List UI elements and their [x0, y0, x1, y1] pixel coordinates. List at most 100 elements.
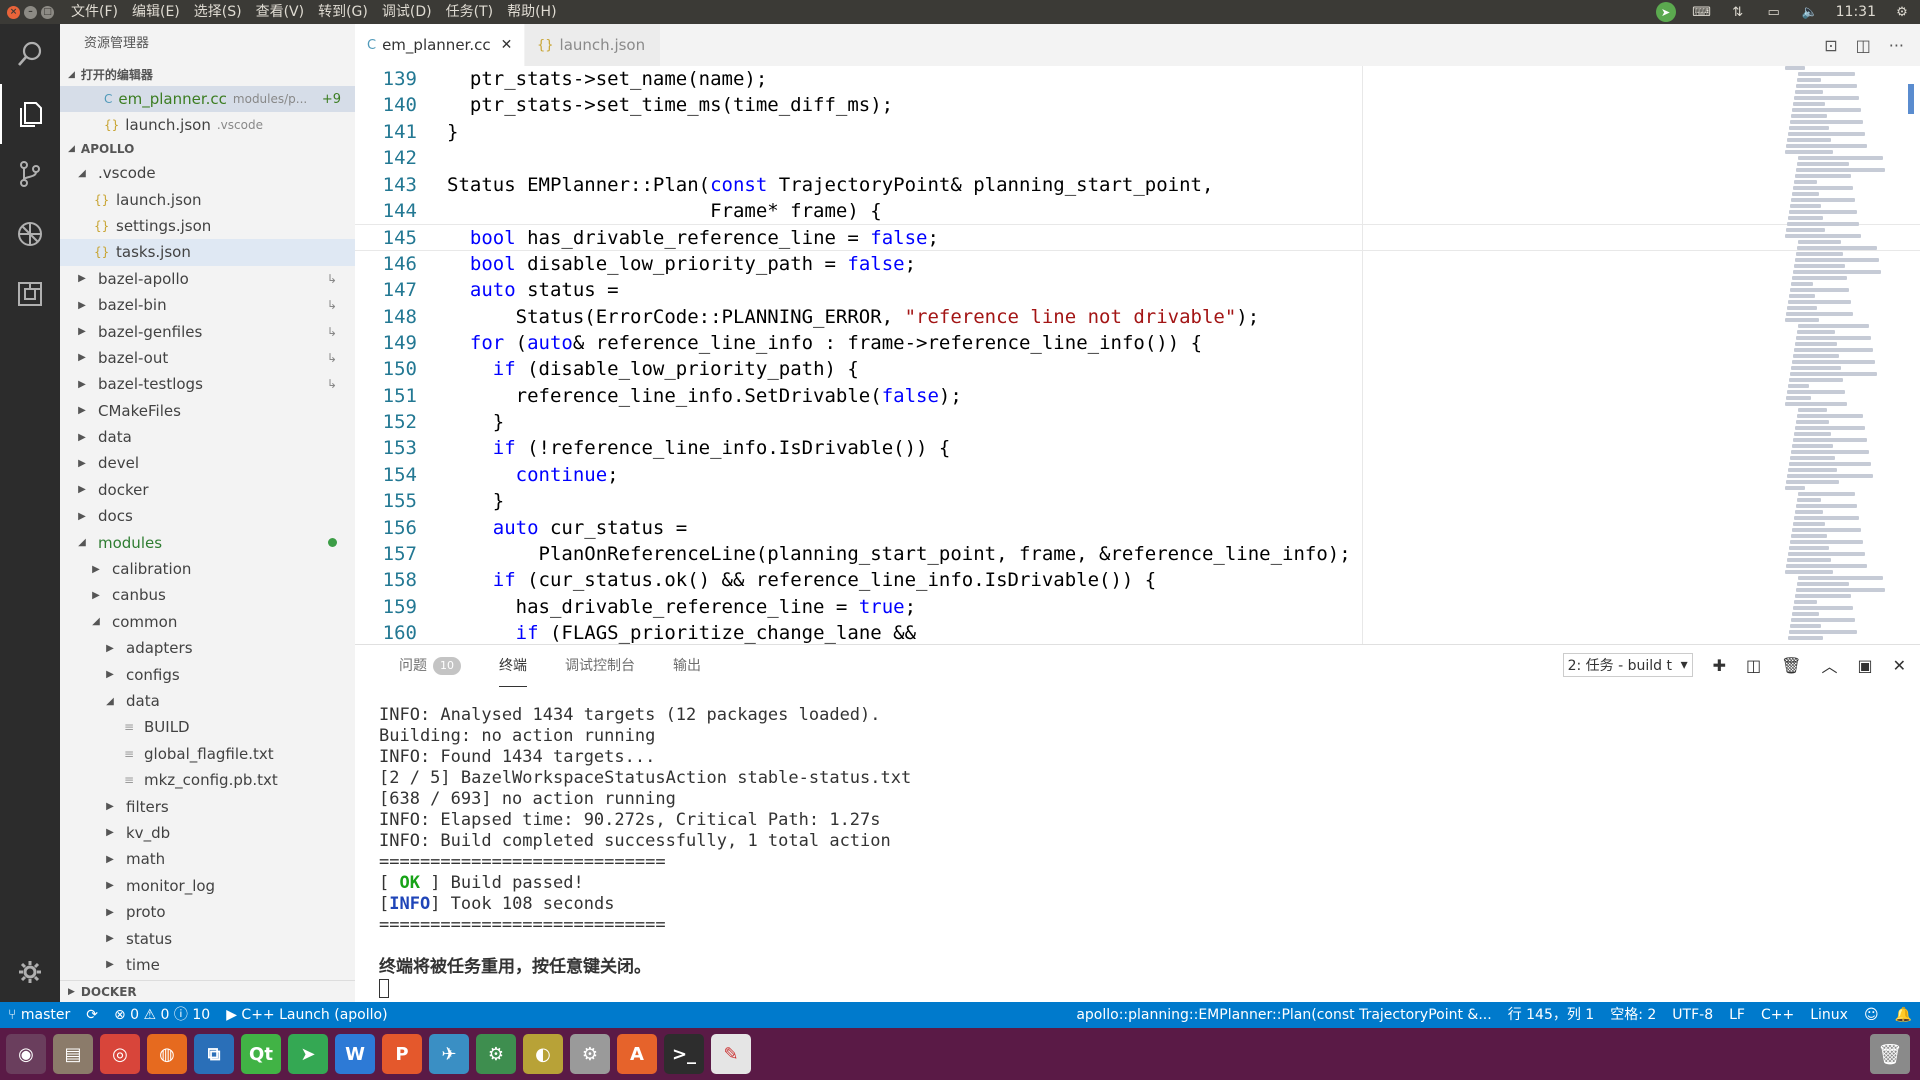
tree-item-docker[interactable]: ▶ docker: [60, 477, 355, 503]
editor-scrollbar[interactable]: [1908, 84, 1914, 114]
tree-item-cmakefiles[interactable]: ▶ CMakeFiles: [60, 398, 355, 424]
minimap[interactable]: [1785, 66, 1905, 644]
project-header[interactable]: ◢ APOLLO: [60, 138, 355, 160]
feedback-smiley-icon[interactable]: ☺: [1856, 1002, 1887, 1028]
toggle-panel-icon[interactable]: ▣: [1857, 656, 1872, 675]
tree-item-bazel-apollo[interactable]: ▶ bazel-apollo ↳: [60, 266, 355, 292]
software-center-icon[interactable]: A: [617, 1034, 657, 1074]
menu-item[interactable]: 调试(D): [375, 0, 439, 24]
window-close-button[interactable]: ×: [7, 5, 20, 19]
settings-gear-icon[interactable]: ⚙: [1884, 0, 1920, 24]
vscode-icon[interactable]: ⧉: [194, 1034, 234, 1074]
more-actions-icon[interactable]: ···: [1889, 36, 1904, 55]
wps-presentation-icon[interactable]: P: [382, 1034, 422, 1074]
clock[interactable]: 11:31: [1828, 0, 1884, 24]
tree-item-settings-json[interactable]: {} settings.json: [60, 213, 355, 239]
close-icon[interactable]: ✕: [501, 37, 513, 53]
tree-item-calibration[interactable]: ▶ calibration: [60, 556, 355, 582]
tree-item-docs[interactable]: ▶ docs: [60, 503, 355, 529]
launch-config[interactable]: ▶ C++ Launch (apollo): [218, 1002, 395, 1028]
close-panel-icon[interactable]: ✕: [1893, 656, 1906, 675]
debug-icon[interactable]: [0, 204, 60, 264]
extensions-icon[interactable]: [0, 264, 60, 324]
split-terminal-icon[interactable]: ◫: [1746, 656, 1761, 675]
terminal-icon[interactable]: >_: [664, 1034, 704, 1074]
tree-item-kv-db[interactable]: ▶ kv_db: [60, 820, 355, 846]
menu-item[interactable]: 编辑(E): [125, 0, 187, 24]
platform[interactable]: Linux: [1802, 1002, 1856, 1028]
tree-item-math[interactable]: ▶ math: [60, 846, 355, 872]
menu-item[interactable]: 帮助(H): [500, 0, 563, 24]
sync-icon[interactable]: ⟳: [78, 1002, 106, 1028]
tab-launch-json[interactable]: {} launch.json: [525, 24, 661, 66]
open-editor-item[interactable]: Cem_planner.cc modules/p... +9: [60, 86, 355, 112]
files-icon[interactable]: ▤: [53, 1034, 93, 1074]
tree-item-monitor-log[interactable]: ▶ monitor_log: [60, 873, 355, 899]
tree-item--vscode[interactable]: ◢ .vscode: [60, 160, 355, 186]
current-symbol[interactable]: apollo::planning::EMPlanner::Plan(const …: [1068, 1002, 1499, 1028]
end-of-line[interactable]: LF: [1721, 1002, 1753, 1028]
encoding[interactable]: UTF-8: [1664, 1002, 1721, 1028]
panel-tab[interactable]: 输出: [673, 645, 701, 687]
tree-item-bazel-bin[interactable]: ▶ bazel-bin ↳: [60, 292, 355, 318]
tree-item-modules[interactable]: ◢ modules: [60, 529, 355, 555]
docker-section[interactable]: ▶ DOCKER: [60, 980, 355, 1002]
search-icon[interactable]: [0, 24, 60, 84]
menu-item[interactable]: 任务(T): [439, 0, 500, 24]
window-maximize-button[interactable]: □: [41, 5, 54, 19]
tree-item-bazel-out[interactable]: ▶ bazel-out ↳: [60, 345, 355, 371]
open-editor-item[interactable]: {} launch.json .vscode: [60, 112, 355, 138]
tab-em-planner-cc[interactable]: Cem_planner.cc ✕: [355, 24, 525, 66]
telegram-tray-icon[interactable]: ➤: [1648, 0, 1684, 24]
terminal-output[interactable]: INFO: Analysed 1434 targets (12 packages…: [379, 705, 911, 999]
tree-item-proto[interactable]: ▶ proto: [60, 899, 355, 925]
language-mode[interactable]: C++: [1753, 1002, 1802, 1028]
firefox-icon[interactable]: ◍: [147, 1034, 187, 1074]
battery-icon[interactable]: ▭: [1756, 0, 1792, 24]
tree-item-canbus[interactable]: ▶ canbus: [60, 582, 355, 608]
ubuntu-dash-icon[interactable]: ◉: [6, 1034, 46, 1074]
explorer-icon[interactable]: [0, 84, 60, 144]
chrome-icon[interactable]: ◎: [100, 1034, 140, 1074]
tree-item-data[interactable]: ◢ data: [60, 688, 355, 714]
keyboard-icon[interactable]: ⌨: [1684, 0, 1720, 24]
panel-tab[interactable]: 调试控制台: [565, 645, 635, 687]
qtcreator-icon[interactable]: Qt: [241, 1034, 281, 1074]
network-icon[interactable]: ⇅: [1720, 0, 1756, 24]
telegram-icon[interactable]: ➤: [288, 1034, 328, 1074]
tree-item-adapters[interactable]: ▶ adapters: [60, 635, 355, 661]
tree-item-configs[interactable]: ▶ configs: [60, 661, 355, 687]
panel-tab[interactable]: 问题 10: [399, 645, 461, 687]
tree-item-global-flagfile-txt[interactable]: ≡ global_flagfile.txt: [60, 741, 355, 767]
media-player-icon[interactable]: ◐: [523, 1034, 563, 1074]
source-control-icon[interactable]: [0, 144, 60, 204]
tree-item-launch-json[interactable]: {} launch.json: [60, 186, 355, 212]
system-settings-icon[interactable]: ⚙: [570, 1034, 610, 1074]
menu-item[interactable]: 文件(F): [64, 0, 125, 24]
tree-item-devel[interactable]: ▶ devel: [60, 450, 355, 476]
volume-icon[interactable]: 🔈: [1792, 0, 1828, 24]
network-tool-icon[interactable]: ⚙: [476, 1034, 516, 1074]
tree-item-bazel-genfiles[interactable]: ▶ bazel-genfiles ↳: [60, 318, 355, 344]
code-editor[interactable]: 139 ptr_stats->set_name(name); 140 ptr_st…: [355, 66, 1920, 644]
trash-icon[interactable]: 🗑: [1781, 656, 1801, 675]
tree-item-data[interactable]: ▶ data: [60, 424, 355, 450]
tree-item-status[interactable]: ▶ status: [60, 925, 355, 951]
open-editors-header[interactable]: ◢ 打开的编辑器: [60, 64, 355, 86]
indentation[interactable]: 空格: 2: [1602, 1002, 1664, 1028]
tree-item-build[interactable]: ≡ BUILD: [60, 714, 355, 740]
add-terminal-icon[interactable]: ✚: [1713, 656, 1726, 675]
trash-icon[interactable]: 🗑: [1870, 1034, 1910, 1074]
window-minimize-button[interactable]: –: [24, 5, 37, 19]
menu-item[interactable]: 查看(V): [249, 0, 312, 24]
manage-gear-icon[interactable]: [0, 942, 60, 1002]
open-preview-icon[interactable]: ⊡: [1824, 36, 1837, 55]
cursor-position[interactable]: 行 145，列 1: [1500, 1002, 1603, 1028]
tree-item-common[interactable]: ◢ common: [60, 609, 355, 635]
git-branch[interactable]: ⑂ master: [0, 1002, 78, 1028]
screenshot-tool-icon[interactable]: ✎: [711, 1034, 751, 1074]
remote-desktop-icon[interactable]: ✈: [429, 1034, 469, 1074]
tree-item-bazel-testlogs[interactable]: ▶ bazel-testlogs ↳: [60, 371, 355, 397]
split-editor-icon[interactable]: ◫: [1856, 36, 1871, 55]
tree-item-mkz-config-pb-txt[interactable]: ≡ mkz_config.pb.txt: [60, 767, 355, 793]
